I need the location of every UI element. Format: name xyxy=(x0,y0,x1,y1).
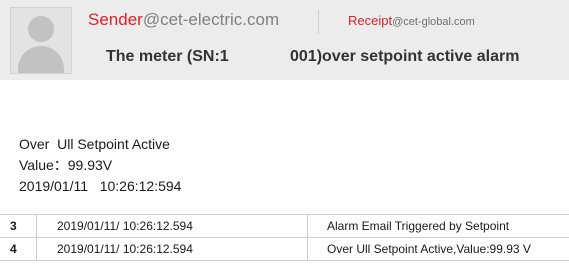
alarm-value: Value：99.93V xyxy=(19,157,113,173)
receipt-domain: @cet-global.com xyxy=(392,16,475,28)
email-subject-part-2: 001)over setpoint active alarm xyxy=(290,48,520,65)
alarm-timestamp: 2019/01/11 10:26:12:594 xyxy=(19,178,182,194)
email-header: Sender@cet-electric.com Receipt@cet-glob… xyxy=(0,0,569,80)
event-message: Over Ull Setpoint Active,Value:99.93 V xyxy=(307,237,569,261)
email-subject-part-1: The meter (SN:1 xyxy=(106,48,229,65)
sender-name: Sender xyxy=(88,10,143,29)
sender-address[interactable]: Sender@cet-electric.com xyxy=(88,10,279,30)
alarm-details: Over Ull Setpoint Active Value：99.93V 20… xyxy=(19,134,181,197)
event-message: Alarm Email Triggered by Setpoint xyxy=(307,214,569,238)
sender-domain: @cet-electric.com xyxy=(142,10,280,29)
header-divider xyxy=(318,10,319,34)
receipt-name: Receipt xyxy=(348,13,393,28)
avatar-head xyxy=(28,16,54,42)
event-number: 3 xyxy=(0,214,37,238)
event-number: 4 xyxy=(0,237,37,261)
event-time: 2019/01/11/ 10:26:12.594 xyxy=(36,214,308,238)
avatar-shoulders xyxy=(18,46,64,73)
table-row: 3 2019/01/11/ 10:26:12.594 Alarm Email T… xyxy=(0,214,569,238)
alarm-title: Over Ull Setpoint Active xyxy=(19,136,170,152)
receipt-address[interactable]: Receipt@cet-global.com xyxy=(348,13,475,28)
avatar-icon xyxy=(10,7,72,74)
event-time: 2019/01/11/ 10:26:12.594 xyxy=(36,237,308,261)
event-table: 3 2019/01/11/ 10:26:12.594 Alarm Email T… xyxy=(0,214,569,261)
table-row: 4 2019/01/11/ 10:26:12.594 Over Ull Setp… xyxy=(0,237,569,261)
